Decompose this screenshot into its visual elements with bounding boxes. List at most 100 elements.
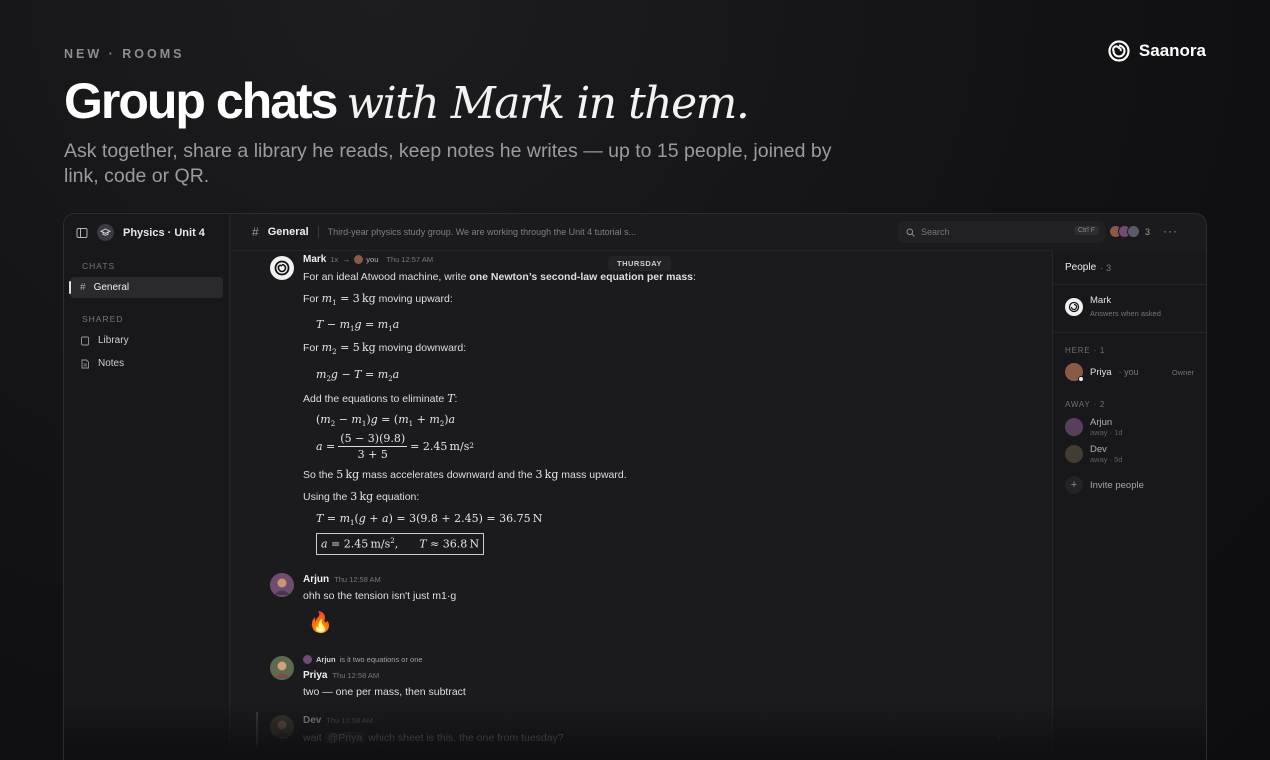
sidebar-toggle-icon[interactable] <box>76 227 88 239</box>
message-header: Arjun Thu 12:58 AM <box>303 574 381 585</box>
person-mark[interactable]: Mark Answers when asked <box>1065 295 1161 318</box>
person-avatar-icon <box>274 578 290 595</box>
person-priya[interactable]: Priya · you Owner <box>1065 363 1194 382</box>
person-dev[interactable]: Dev away · 5d <box>1065 444 1123 464</box>
message-header: Priya Thu 12:58 AM <box>303 670 379 681</box>
message-paragraph: For m2 = 5 kg moving downward: <box>303 341 1003 359</box>
inline-math: 3 kg <box>535 467 559 481</box>
message-paragraph: For m1 = 3 kg moving upward: <box>303 292 1003 310</box>
headline-italic: with Mark in them. <box>346 78 749 129</box>
brand-name: Saanora <box>1138 41 1206 60</box>
message-timestamp: Thu 12:57 AM <box>386 255 434 264</box>
person-name: Priya <box>1090 366 1112 378</box>
people-count-dot: · <box>1100 262 1104 273</box>
message-paragraph: For an ideal Atwood machine, write one N… <box>303 270 1003 284</box>
message-text: ohh so the tension isn't just m1·g <box>303 590 457 602</box>
avatar <box>303 655 312 664</box>
header-divider <box>317 226 319 238</box>
avatar[interactable] <box>270 656 294 680</box>
hash-icon: # <box>252 225 259 239</box>
inline-math: m2 = 5 kg <box>321 341 376 357</box>
day-divider: THURSDAY <box>608 256 671 271</box>
bold-text: one Newton’s second-law equation per mas… <box>469 271 694 283</box>
book-icon <box>81 336 89 345</box>
person-info: Arjun away · 1d <box>1090 417 1123 437</box>
page-subhead: Ask together, share a library he reads, … <box>64 140 832 187</box>
spiral-logo-icon <box>274 260 290 276</box>
sidebar-item-label: General <box>93 282 130 293</box>
reply-preview[interactable]: Arjun is it two equations or one <box>303 655 423 664</box>
avatar[interactable] <box>270 715 294 739</box>
inline-math: m1 = 3 kg <box>321 292 376 308</box>
online-indicator <box>1078 376 1084 382</box>
boxed-result: a = 2.45 m/s2, T ≈ 36.8 N <box>316 533 1003 555</box>
person-name: Dev <box>1090 444 1107 455</box>
text-span: For <box>303 342 322 355</box>
chat-main: # General Third-year physics study group… <box>230 214 1052 760</box>
more-options-icon[interactable]: ··· <box>1163 224 1178 238</box>
person-info: Dev away · 5d <box>1090 444 1123 464</box>
equation: T − m1g = m1a <box>316 318 400 334</box>
spiral-logo-icon <box>1065 297 1083 316</box>
avatar <box>1126 225 1140 238</box>
text-span: equation: <box>373 490 420 503</box>
shared-section-label: SHARED <box>82 314 124 324</box>
invite-people-button[interactable]: + Invite people <box>1065 476 1144 494</box>
text-span: which sheet is this, the one from tuesda… <box>365 732 564 744</box>
text-span: moving downward: <box>375 342 467 355</box>
inline-math: T <box>447 391 455 405</box>
sidebar-item-library[interactable]: Library <box>70 330 223 351</box>
graduation-cap-icon <box>97 224 114 241</box>
author-name[interactable]: Priya <box>303 670 327 681</box>
divider <box>1053 332 1206 333</box>
message-text: wait @Priya which sheet is this, the one… <box>303 731 564 745</box>
user-mention[interactable]: @Priya <box>324 732 366 744</box>
note-icon <box>81 359 89 368</box>
app-window: Physics · Unit 4 CHATS # General SHARED … <box>63 213 1207 760</box>
avatar[interactable] <box>270 573 294 597</box>
message-timestamp: Thu 12:58 AM <box>334 575 381 584</box>
text-span: mass accelerates downward and the <box>359 468 536 481</box>
author-name[interactable]: Dev <box>303 715 321 726</box>
person-avatar-icon <box>274 720 290 737</box>
person-arjun[interactable]: Arjun away · 1d <box>1065 417 1123 437</box>
sidebar-item-notes[interactable]: Notes <box>70 353 223 374</box>
spiral-logo-icon <box>1108 40 1130 62</box>
person-you-label: · you <box>1118 367 1139 377</box>
arrow-right-icon: → <box>342 255 351 264</box>
person-role: Owner <box>1171 367 1194 377</box>
channel-name[interactable]: General <box>268 226 309 238</box>
inline-math: 5 kg <box>336 467 360 481</box>
text-span: wait <box>303 732 325 744</box>
sidebar-item-general[interactable]: # General <box>69 277 223 298</box>
person-status: away · 5d <box>1090 455 1123 464</box>
recipient-label: you <box>366 255 379 264</box>
message-paragraph: Add the equations to eliminate T: <box>303 392 1003 406</box>
room-name[interactable]: Physics · Unit 4 <box>123 227 205 239</box>
text-span: Using the <box>303 490 351 503</box>
author-name[interactable]: Arjun <box>303 574 329 585</box>
message-header: Mark 1x → you Thu 12:57 AM <box>303 254 433 265</box>
search-input[interactable]: Search Ctrl F <box>898 221 1105 243</box>
equation: a = (5 − 3)(9.8) 3 + 5 = 2.45 m/s 2 <box>316 431 474 461</box>
avatar[interactable] <box>270 256 294 280</box>
invite-label: Invite people <box>1090 479 1144 491</box>
message-paragraph: Using the 3 kg equation: <box>303 490 1003 504</box>
brand-logo[interactable]: Saanora <box>1108 40 1206 62</box>
speed-badge: 1x <box>330 255 339 264</box>
author-name[interactable]: Mark <box>303 254 326 265</box>
text-span: For <box>303 293 322 305</box>
text-span: mass upward. <box>558 468 627 481</box>
add-reaction-icon[interactable]: + <box>996 733 1002 744</box>
search-icon <box>906 228 915 237</box>
message-body: For an ideal Atwood machine, write one N… <box>303 270 1003 555</box>
eyebrow-label: NEW · ROOMS <box>64 47 185 61</box>
text-span: For an ideal Atwood machine, write <box>303 271 470 283</box>
message-header: Dev Thu 12:58 AM <box>303 715 373 726</box>
equation: (m2 − m1)g = (m1 + m2)a <box>316 412 456 428</box>
person-name: Mark <box>1090 295 1112 306</box>
away-label: AWAY · 2 <box>1065 400 1106 409</box>
people-panel: People · 3 Mark Answers when asked HERE … <box>1052 251 1206 760</box>
member-avatars[interactable]: 3 <box>1108 225 1150 238</box>
text-span: moving upward: <box>375 293 453 305</box>
